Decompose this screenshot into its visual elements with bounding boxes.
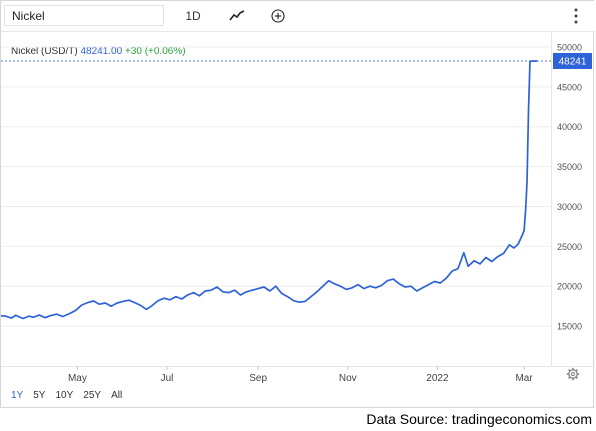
x-tick-label: Nov [339,373,357,384]
range-1y[interactable]: 1Y [11,390,23,401]
gear-icon[interactable] [566,367,580,381]
time-range-selector: 1Y 5Y 10Y 25Y All [11,390,132,404]
price-chart[interactable]: 15000 20000 25000 30000 35000 40000 45000 50000… [1,1,595,409]
chart-widget: Nickel 1D Nickel (USD/T) 48241.00 +30 (+… [0,0,595,409]
price-label: 48241 [559,56,587,67]
price-series-line [1,60,538,320]
y-tick-label: 45000 [557,82,582,92]
y-tick-label: 25000 [557,242,582,252]
y-tick-label: 35000 [557,162,582,172]
y-tick-label: 50000 [557,42,582,52]
x-tick-label: Jul [161,373,174,384]
range-all[interactable]: All [111,390,122,401]
range-25y[interactable]: 25Y [83,390,101,401]
x-tick-label: Sep [249,373,267,384]
range-10y[interactable]: 10Y [55,390,73,401]
y-tick-label: 20000 [557,282,582,292]
x-tick-label: Mar [515,373,533,384]
y-tick-label: 40000 [557,122,582,132]
data-source-note: Data Source: tradingeconomics.com [366,411,592,427]
y-tick-label: 15000 [557,322,582,332]
x-tick-label: 2022 [426,373,449,384]
range-5y[interactable]: 5Y [33,390,45,401]
y-tick-label: 30000 [557,202,582,212]
x-tick-label: May [68,373,87,384]
